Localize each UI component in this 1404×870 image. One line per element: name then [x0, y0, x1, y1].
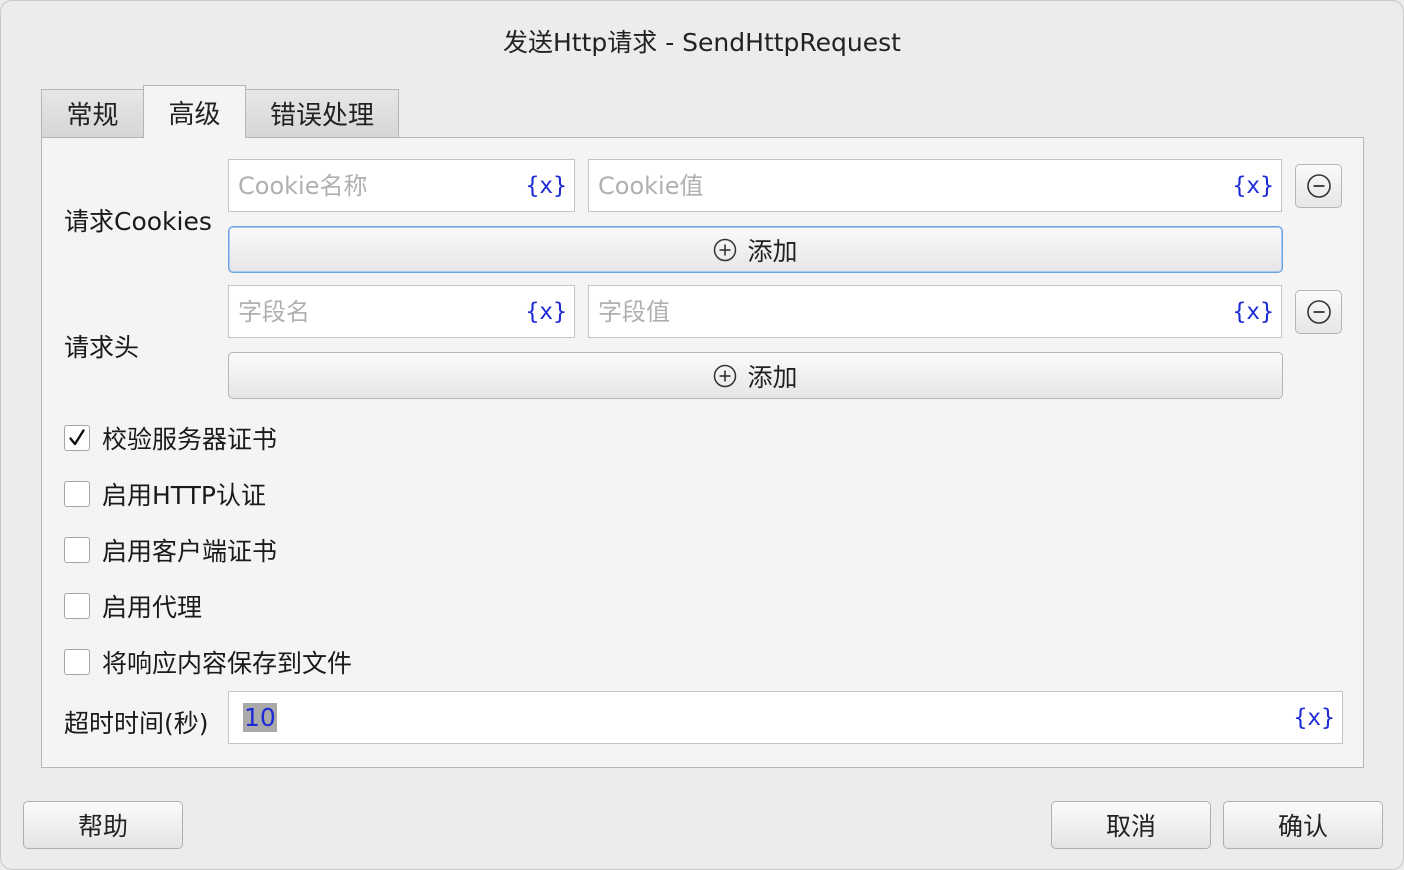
advanced-panel: 请求Cookies {x} {x} 添加 请求头	[41, 137, 1364, 768]
ok-button[interactable]: 确认	[1223, 801, 1383, 849]
enable-proxy-option[interactable]: 启用代理	[64, 588, 202, 624]
dialog-window: 发送Http请求 - SendHttpRequest 常规 高级 错误处理 请求…	[0, 0, 1404, 870]
save-response-to-file-option[interactable]: 将响应内容保存到文件	[64, 644, 352, 680]
header-name-field[interactable]: {x}	[228, 285, 575, 338]
verify-server-cert-label: 校验服务器证书	[102, 425, 278, 454]
remove-cookie-button[interactable]	[1295, 164, 1342, 208]
enable-http-auth-label: 启用HTTP认证	[102, 481, 266, 510]
timeout-value-selected: 10	[243, 703, 277, 732]
save-response-to-file-checkbox[interactable]	[64, 649, 90, 675]
add-header-label: 添加	[747, 362, 798, 392]
dialog-title: 发送Http请求 - SendHttpRequest	[503, 28, 901, 57]
timeout-label: 超时时间(秒)	[64, 709, 209, 738]
cookie-value-input[interactable]	[589, 170, 1233, 201]
checkmark-icon	[69, 429, 85, 446]
plus-circle-icon	[714, 238, 737, 261]
add-cookie-button[interactable]: 添加	[228, 226, 1283, 273]
headers-label: 请求头	[64, 333, 140, 362]
tab-advanced[interactable]: 高级	[143, 85, 246, 138]
timeout-value[interactable]: 10	[229, 703, 1293, 732]
header-value-field[interactable]: {x}	[588, 285, 1282, 338]
timeout-field[interactable]: 10 {x}	[228, 691, 1343, 744]
header-value-input[interactable]	[589, 296, 1233, 327]
tab-error-handling[interactable]: 错误处理	[245, 89, 399, 137]
enable-client-cert-checkbox[interactable]	[64, 537, 90, 563]
cookie-name-variable-button[interactable]: {x}	[525, 173, 574, 199]
cookie-name-input[interactable]	[229, 170, 526, 201]
header-value-variable-button[interactable]: {x}	[1232, 299, 1281, 325]
enable-http-auth-checkbox[interactable]	[64, 481, 90, 507]
cookies-label: 请求Cookies	[64, 207, 212, 236]
timeout-variable-button[interactable]: {x}	[1293, 705, 1342, 731]
verify-server-cert-option[interactable]: 校验服务器证书	[64, 420, 277, 456]
cancel-button[interactable]: 取消	[1051, 801, 1211, 849]
enable-client-cert-label: 启用客户端证书	[102, 537, 278, 566]
save-response-to-file-label: 将响应内容保存到文件	[102, 649, 353, 678]
header-name-input[interactable]	[229, 296, 526, 327]
enable-proxy-label: 启用代理	[102, 593, 203, 622]
cookie-value-field[interactable]: {x}	[588, 159, 1282, 212]
remove-header-button[interactable]	[1295, 290, 1342, 334]
tab-general[interactable]: 常规	[41, 89, 144, 137]
add-header-button[interactable]: 添加	[228, 352, 1283, 399]
minus-circle-icon	[1306, 300, 1331, 324]
enable-proxy-checkbox[interactable]	[64, 593, 90, 619]
header-name-variable-button[interactable]: {x}	[525, 299, 574, 325]
cookie-value-variable-button[interactable]: {x}	[1232, 173, 1281, 199]
enable-http-auth-option[interactable]: 启用HTTP认证	[64, 476, 266, 512]
minus-circle-icon	[1306, 174, 1331, 198]
add-cookie-label: 添加	[747, 236, 798, 266]
cookie-name-field[interactable]: {x}	[228, 159, 575, 212]
plus-circle-icon	[714, 364, 737, 387]
verify-server-cert-checkbox[interactable]	[64, 425, 90, 451]
help-button[interactable]: 帮助	[23, 801, 183, 849]
enable-client-cert-option[interactable]: 启用客户端证书	[64, 532, 277, 568]
